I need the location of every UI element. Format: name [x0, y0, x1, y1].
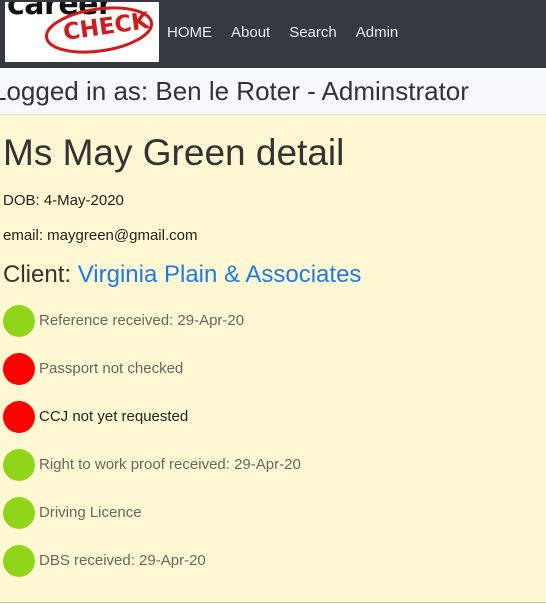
check-item-dbs: DBS received: 29-Apr-20: [3, 544, 206, 578]
nav-link-admin[interactable]: Admin: [356, 23, 399, 43]
check-item-ccj: CCJ not yet requested: [3, 400, 188, 434]
check-label: Right to work proof received: 29-Apr-20: [39, 456, 301, 473]
status-green-icon: [3, 497, 35, 529]
client-link[interactable]: Virginia Plain & Associates: [78, 261, 362, 288]
check-label: Passport not checked: [39, 360, 184, 377]
page-title: Ms May Green detail: [3, 132, 345, 173]
status-green-icon: [3, 449, 35, 481]
status-red-icon: [3, 353, 35, 385]
check-label: Reference received: 29-Apr-20: [39, 312, 245, 329]
status-red-icon: [3, 401, 35, 433]
nav-link-about[interactable]: About: [231, 23, 270, 43]
logged-in-user-text: Logged in as: Ben le Roter - Adminstrato…: [0, 76, 469, 106]
check-label: Driving Licence: [39, 504, 142, 521]
email-text: email: maygreen@gmail.com: [3, 227, 198, 244]
client-line: Client: Virginia Plain & Associates: [3, 260, 361, 290]
status-green-icon: [3, 545, 35, 577]
nav-links: HOME About Search Admin: [167, 23, 417, 43]
check-item-reference: Reference received: 29-Apr-20: [3, 304, 244, 338]
dob-text: DOB: 4-May-2020: [3, 192, 124, 209]
check-item-driving-licence: Driving Licence: [3, 496, 142, 530]
login-bar: Logged in as: Ben le Roter - Adminstrato…: [0, 68, 546, 115]
check-label: DBS received: 29-Apr-20: [39, 552, 206, 569]
check-item-right-to-work: Right to work proof received: 29-Apr-20: [3, 448, 301, 482]
nav-link-home[interactable]: HOME: [167, 23, 212, 43]
check-label: CCJ not yet requested: [39, 408, 189, 425]
client-label: Client:: [3, 261, 78, 288]
nav-link-search[interactable]: Search: [289, 23, 337, 43]
check-item-passport: Passport not checked: [3, 352, 183, 386]
status-green-icon: [3, 305, 35, 337]
navbar: career CHECK HOME About Search Admin: [0, 0, 546, 68]
candidate-detail-panel: Ms May Green detail DOB: 4-May-2020 emai…: [0, 115, 546, 603]
career-check-logo[interactable]: career CHECK: [5, 2, 159, 62]
